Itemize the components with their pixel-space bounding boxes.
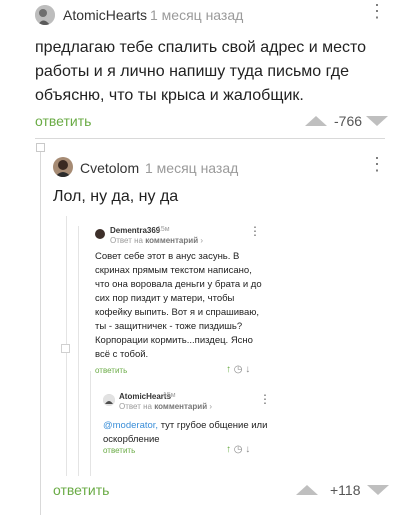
screenshot-reply-to: Ответ на комментарий › bbox=[110, 236, 203, 245]
screenshot-avatar bbox=[103, 394, 115, 406]
avatar[interactable] bbox=[53, 157, 73, 177]
arrow-up-icon: ↑ bbox=[226, 444, 231, 455]
clock-icon: ◷ bbox=[233, 444, 243, 455]
screenshot-text: Совет себе этот в анус засунь. В скринах… bbox=[95, 251, 262, 332]
screenshot-time: 15м bbox=[163, 392, 176, 399]
screenshot-more-icon: ⋮ bbox=[259, 392, 271, 406]
arrow-up-icon: ↑ bbox=[226, 364, 231, 375]
divider bbox=[35, 138, 385, 139]
screenshot-actions: ↑ ◷ ↓ bbox=[226, 364, 250, 375]
screenshot-chevron-icon: › bbox=[209, 402, 213, 411]
arrow-down-icon: ↓ bbox=[245, 364, 251, 375]
comment-author[interactable]: Cvetolom bbox=[80, 160, 139, 176]
screenshot-reply-to-prefix: Ответ на bbox=[110, 236, 143, 245]
screenshot-reply-to: Ответ на комментарий › bbox=[119, 402, 212, 411]
screenshot-time: 15м bbox=[157, 226, 170, 233]
screenshot-text: @moderator, тут грубое общение или оскор… bbox=[103, 419, 268, 447]
avatar-image bbox=[53, 157, 73, 177]
screenshot-chevron-icon: › bbox=[200, 236, 204, 245]
screenshot-reply-to-target: комментарий bbox=[145, 236, 199, 245]
comment-time: 1 месяц назад bbox=[150, 7, 244, 23]
rating: -766 bbox=[334, 113, 363, 129]
screenshot-collapse-icon bbox=[61, 344, 70, 353]
upvote-icon[interactable] bbox=[296, 485, 318, 495]
screenshot-reply-button: ответить bbox=[103, 446, 136, 455]
screenshot-author: Dementra369 bbox=[110, 226, 161, 235]
screenshot-text: Корпорации кормить...пиздец. Ясно всё с … bbox=[95, 335, 253, 360]
screenshot-actions: ↑ ◷ ↓ bbox=[226, 444, 250, 455]
upvote-icon[interactable] bbox=[305, 116, 327, 126]
downvote-icon[interactable] bbox=[367, 485, 389, 495]
reply-button[interactable]: ответить bbox=[53, 482, 109, 498]
screenshot-reply-to-target: комментарий bbox=[154, 402, 208, 411]
avatar-image bbox=[35, 5, 55, 25]
comment-text: Лол, ну да, ну да bbox=[53, 188, 179, 205]
more-options-icon[interactable]: ⋮ bbox=[368, 155, 386, 173]
clock-icon: ◷ bbox=[233, 364, 243, 375]
reply-button[interactable]: ответить bbox=[35, 113, 91, 129]
screenshot-reply-button: ответить bbox=[95, 366, 128, 375]
screenshot-reply-to-prefix: Ответ на bbox=[119, 402, 152, 411]
screenshot-avatar-image bbox=[103, 395, 115, 406]
comment-text: предлагаю тебе спалить свой адрес и мест… bbox=[35, 39, 367, 104]
collapse-icon[interactable] bbox=[36, 143, 45, 152]
screenshot-avatar bbox=[95, 229, 105, 239]
screenshot-thread-line bbox=[90, 371, 91, 476]
screenshot-thread-line bbox=[78, 226, 79, 476]
more-options-icon[interactable]: ⋮ bbox=[368, 2, 386, 20]
arrow-down-icon: ↓ bbox=[245, 444, 251, 455]
comment-time: 1 месяц назад bbox=[145, 160, 239, 176]
embedded-screenshot: Dementra369 15м Ответ на комментарий › ⋮… bbox=[60, 216, 271, 476]
avatar[interactable] bbox=[35, 5, 55, 25]
screenshot-more-icon: ⋮ bbox=[249, 224, 261, 238]
thread-line bbox=[40, 150, 41, 515]
screenshot-mention: @moderator, bbox=[103, 420, 159, 431]
comment-author[interactable]: AtomicHearts bbox=[63, 7, 147, 23]
downvote-icon[interactable] bbox=[366, 116, 388, 126]
rating: +118 bbox=[330, 482, 361, 498]
